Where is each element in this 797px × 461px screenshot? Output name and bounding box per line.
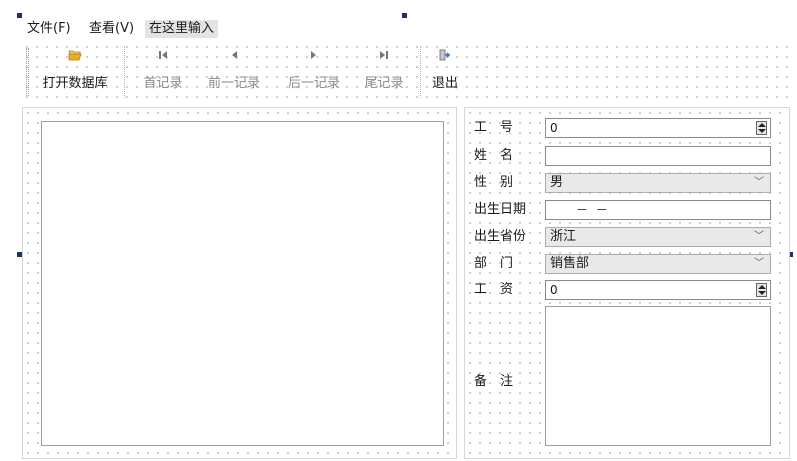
- name-input[interactable]: [545, 146, 771, 166]
- gender-label: 性 别: [474, 175, 514, 190]
- employee-id-value: 0: [550, 121, 558, 135]
- toolbar-separator: [124, 46, 125, 98]
- open-database-label: 打开数据库: [42, 76, 108, 91]
- birth-date-mask: － －: [576, 203, 610, 217]
- department-label: 部 门: [474, 256, 514, 271]
- chevron-down-icon: ﹀: [754, 258, 764, 269]
- previous-record-icon: [200, 48, 268, 62]
- birth-province-label: 出生省份: [474, 229, 527, 244]
- last-record-icon: [356, 48, 412, 62]
- spin-buttons[interactable]: [756, 283, 767, 297]
- notes-label: 备 注: [474, 374, 514, 389]
- next-record-button[interactable]: 后一记录: [280, 46, 348, 98]
- chevron-down-icon: ﹀: [754, 231, 764, 242]
- open-database-button[interactable]: 打开数据库: [34, 46, 116, 98]
- birth-date-label: 出生日期: [474, 202, 527, 217]
- notes-textarea[interactable]: [545, 306, 771, 446]
- menu-type-here[interactable]: 在这里输入: [145, 20, 219, 38]
- salary-spinbox[interactable]: 0: [545, 280, 771, 300]
- birth-province-combobox[interactable]: 浙江 ﹀: [545, 227, 771, 247]
- salary-value: 0: [550, 283, 558, 297]
- first-record-button[interactable]: 首记录: [136, 46, 190, 98]
- spin-buttons[interactable]: [756, 121, 767, 135]
- exit-button[interactable]: 退出: [426, 46, 464, 98]
- name-label: 姓 名: [474, 148, 514, 163]
- chevron-down-icon: ﹀: [754, 177, 764, 188]
- last-record-label: 尾记录: [364, 76, 404, 91]
- toolbar-separator: [420, 46, 421, 98]
- folder-open-icon: [34, 48, 116, 62]
- gender-combobox[interactable]: 男 ﹀: [545, 173, 771, 193]
- first-record-icon: [136, 48, 190, 62]
- employee-id-label: 工 号: [474, 120, 514, 135]
- menu-view[interactable]: 查看(V): [89, 20, 134, 38]
- department-value: 销售部: [550, 256, 590, 271]
- menu-file[interactable]: 文件(F): [27, 20, 71, 38]
- birth-date-input[interactable]: － －: [545, 200, 771, 220]
- birth-province-value: 浙江: [550, 229, 577, 244]
- previous-record-button[interactable]: 前一记录: [200, 46, 268, 98]
- next-record-label: 后一记录: [287, 76, 340, 91]
- toolbar-grip[interactable]: [26, 48, 29, 96]
- first-record-label: 首记录: [143, 76, 183, 91]
- next-record-icon: [280, 48, 348, 62]
- exit-label: 退出: [431, 76, 458, 91]
- exit-door-icon: [426, 48, 464, 62]
- department-combobox[interactable]: 销售部 ﹀: [545, 254, 771, 274]
- record-list-box[interactable]: [41, 121, 444, 446]
- selection-handle-top-left[interactable]: [17, 13, 22, 18]
- last-record-button[interactable]: 尾记录: [356, 46, 412, 98]
- employee-id-spinbox[interactable]: 0: [545, 118, 771, 138]
- salary-label: 工 资: [474, 282, 514, 297]
- previous-record-label: 前一记录: [207, 76, 260, 91]
- selection-handle-top-center[interactable]: [402, 13, 407, 18]
- gender-value: 男: [550, 175, 564, 190]
